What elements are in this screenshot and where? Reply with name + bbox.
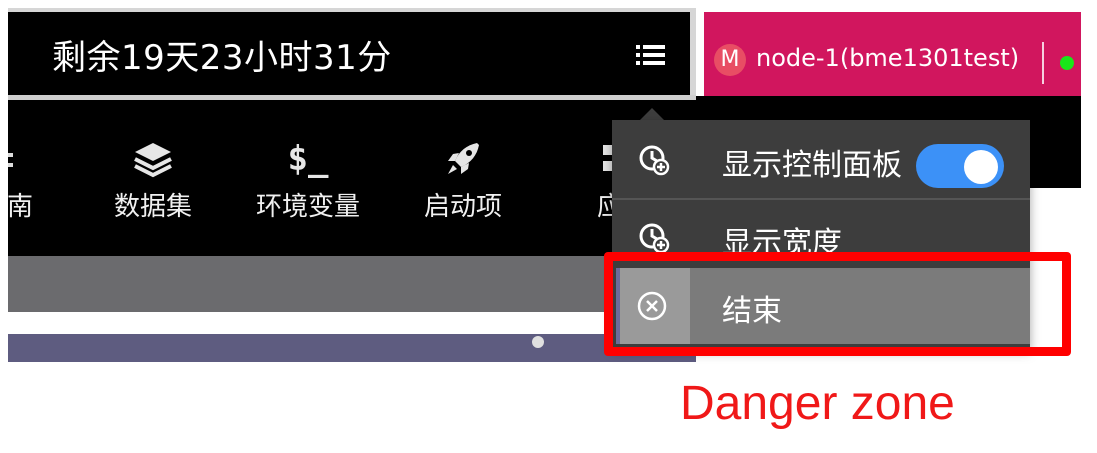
toolbar-item-label: 南 [8, 192, 33, 222]
content-toolbar-band [8, 256, 696, 312]
content-header-band [8, 334, 696, 362]
hamburger-menu-icon[interactable] [634, 40, 668, 70]
toolbar: 南 数据集 $_ 环境变量 启动项 应 [8, 100, 696, 256]
danger-zone-highlight [604, 252, 1071, 356]
header-bar: 剩余19天23小时31分 [8, 8, 696, 96]
guide-icon [8, 136, 40, 182]
toggle-knob [964, 150, 998, 184]
node-avatar: M [714, 44, 746, 76]
control-panel-toggle[interactable] [916, 144, 1004, 188]
clock-plus-icon [639, 145, 670, 176]
toolbar-item-datasets[interactable]: 数据集 [108, 136, 198, 223]
toolbar-item-label: 环境变量 [255, 192, 360, 222]
toolbar-item-env-vars[interactable]: $_ 环境变量 [250, 136, 366, 223]
node-divider [1042, 42, 1044, 84]
node-status-bar: M node-1(bme1301test) [704, 12, 1081, 96]
danger-zone-label: Danger zone [680, 377, 955, 430]
toolbar-item-label: 数据集 [113, 192, 192, 222]
toolbar-item-guide[interactable]: 南 [8, 136, 40, 223]
rocket-icon [418, 136, 508, 182]
terminal-dollar-icon: $_ [287, 139, 329, 179]
toolbar-item-label: 启动项 [423, 192, 502, 222]
node-name[interactable]: node-1(bme1301test) [756, 44, 1019, 72]
dropdown-caret [640, 108, 664, 120]
menu-item-label: 显示控制面板 [722, 148, 902, 183]
layers-icon [108, 136, 198, 182]
clock-plus-icon [639, 223, 670, 254]
remaining-time-text: 剩余19天23小时31分 [52, 38, 392, 78]
content-indicator-dot [532, 336, 544, 348]
menu-item-show-control-panel[interactable]: 显示控制面板 [612, 122, 1030, 198]
toolbar-item-startup[interactable]: 启动项 [418, 136, 508, 223]
node-status-dot [1060, 56, 1074, 70]
